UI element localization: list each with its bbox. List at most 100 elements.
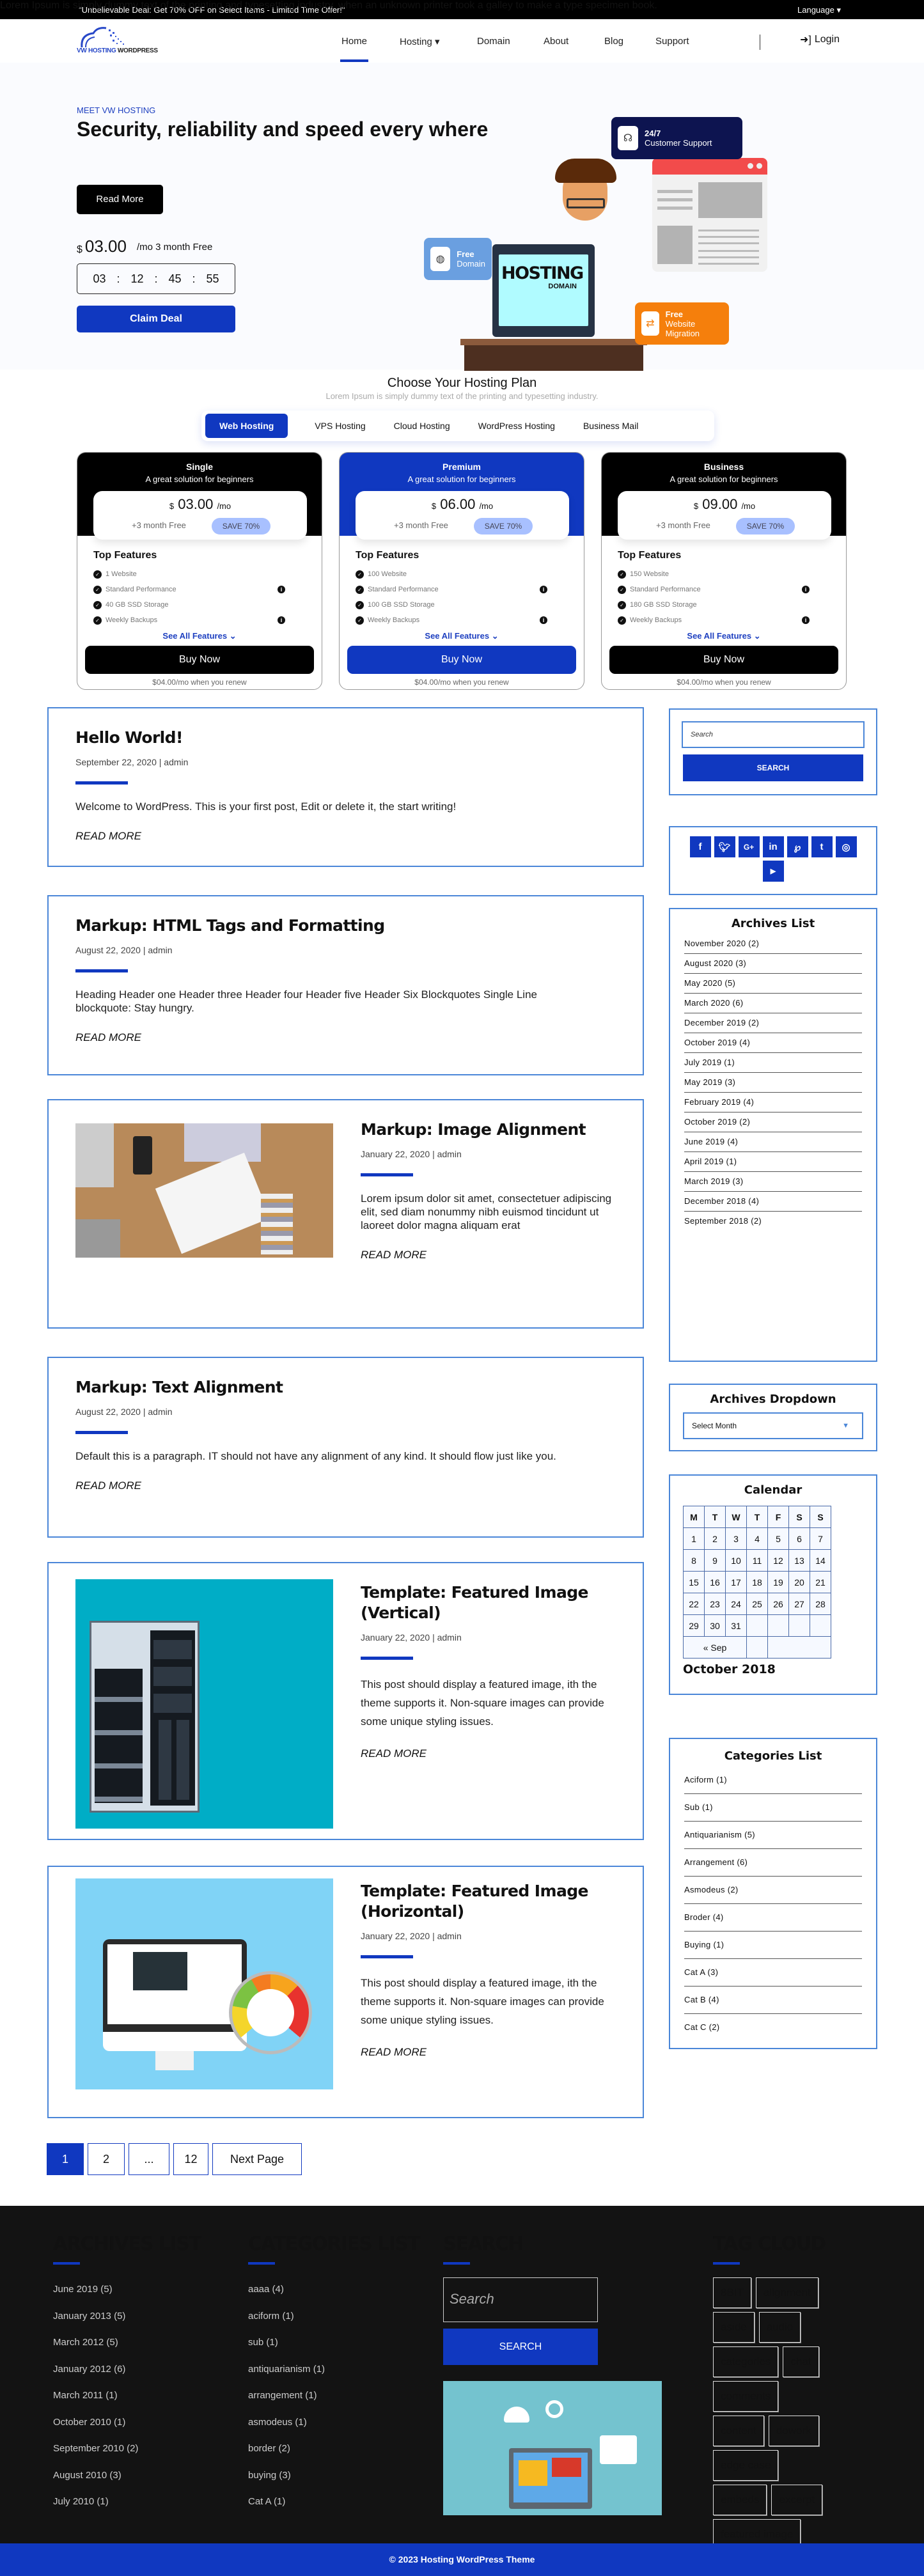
- footer-category-link[interactable]: antiquarianism (1): [248, 2364, 419, 2391]
- see-all-features-link[interactable]: See All Features ⌄: [77, 631, 322, 641]
- archive-link[interactable]: May 2019 (3): [684, 1073, 862, 1093]
- archive-link[interactable]: July 2019 (1): [684, 1053, 862, 1073]
- archive-link[interactable]: April 2019 (1): [684, 1152, 862, 1172]
- nav-about[interactable]: About: [544, 36, 568, 47]
- language-dropdown[interactable]: Language ▾: [797, 5, 841, 15]
- post-title[interactable]: Markup: HTML Tags and Formatting: [75, 916, 561, 936]
- see-all-features-link[interactable]: See All Features ⌄: [602, 631, 846, 641]
- info-icon[interactable]: i: [802, 616, 810, 624]
- sidebar-search-input[interactable]: Search: [682, 721, 865, 748]
- buy-now-button[interactable]: Buy Now: [85, 646, 314, 674]
- page-2[interactable]: 2: [88, 2143, 125, 2175]
- footer-archive-link[interactable]: March 2012 (5): [53, 2337, 201, 2364]
- instagram-icon[interactable]: ◎: [835, 836, 857, 857]
- post-read-more[interactable]: READ MORE: [75, 1031, 141, 1044]
- post-title[interactable]: Hello World!: [75, 728, 619, 748]
- tag-link[interactable]: aside: [713, 2312, 755, 2343]
- footer-category-link[interactable]: sub (1): [248, 2337, 419, 2364]
- post-title[interactable]: Template: Featured Image (Horizontal): [361, 1881, 629, 1922]
- category-link[interactable]: Cat C (2): [684, 2014, 862, 2041]
- site-logo[interactable]: VW HOSTING WORDPRESS: [75, 26, 159, 58]
- archive-link[interactable]: March 2020 (6): [684, 994, 862, 1013]
- page-1[interactable]: 1: [47, 2143, 84, 2175]
- google-plus-icon[interactable]: G+: [738, 836, 760, 857]
- category-link[interactable]: Asmodeus (2): [684, 1877, 862, 1904]
- footer-category-link[interactable]: buying (3): [248, 2470, 419, 2497]
- footer-archive-link[interactable]: January 2013 (5): [53, 2311, 201, 2338]
- tag-link[interactable]: comments: [713, 2381, 779, 2412]
- footer-archive-link[interactable]: October 2010 (1): [53, 2417, 201, 2444]
- tag-link[interactable]: 8BIT: [713, 2277, 751, 2308]
- post-read-more[interactable]: READ MORE: [75, 830, 141, 843]
- tab-vps-hosting[interactable]: VPS Hosting: [301, 414, 379, 438]
- archive-link[interactable]: June 2019 (4): [684, 1132, 862, 1152]
- youtube-icon[interactable]: ▶: [762, 861, 784, 882]
- category-link[interactable]: Aciform (1): [684, 1767, 862, 1794]
- category-link[interactable]: Cat A (3): [684, 1959, 862, 1987]
- info-icon[interactable]: i: [278, 586, 285, 593]
- info-icon[interactable]: i: [540, 586, 547, 593]
- see-all-features-link[interactable]: See All Features ⌄: [340, 631, 584, 641]
- footer-archive-link[interactable]: July 2010 (1): [53, 2496, 201, 2523]
- calendar-prev-link[interactable]: « Sep: [683, 1636, 747, 1659]
- nav-blog[interactable]: Blog: [604, 36, 623, 47]
- category-link[interactable]: Arrangement (6): [684, 1849, 862, 1877]
- tag-link[interactable]: edge case: [713, 2450, 779, 2481]
- tag-link[interactable]: embeds: [713, 2485, 767, 2515]
- category-link[interactable]: Buying (1): [684, 1932, 862, 1959]
- tab-web-hosting[interactable]: Web Hosting: [205, 414, 288, 438]
- footer-category-link[interactable]: asmodeus (1): [248, 2417, 419, 2444]
- claim-deal-button[interactable]: Claim Deal: [77, 306, 235, 332]
- post-read-more[interactable]: READ MORE: [361, 1249, 427, 1261]
- buy-now-button[interactable]: Buy Now: [347, 646, 576, 674]
- archive-link[interactable]: October 2019 (2): [684, 1112, 862, 1132]
- tag-link[interactable]: dowork: [768, 2416, 819, 2446]
- tag-link[interactable]: categories: [713, 2346, 779, 2377]
- footer-category-link[interactable]: arrangement (1): [248, 2390, 419, 2417]
- pinterest-icon[interactable]: ℘: [787, 836, 808, 857]
- archive-link[interactable]: February 2019 (4): [684, 1093, 862, 1112]
- category-link[interactable]: Sub (1): [684, 1794, 862, 1822]
- post-image-office-desk[interactable]: [75, 1123, 333, 1258]
- archive-link[interactable]: May 2020 (5): [684, 974, 862, 994]
- sidebar-search-button[interactable]: SEARCH: [683, 754, 863, 781]
- post-title[interactable]: Markup: Image Alignment: [361, 1120, 629, 1140]
- hero-read-more-button[interactable]: Read More: [77, 185, 163, 214]
- footer-category-link[interactable]: aaaa (4): [248, 2284, 419, 2311]
- footer-category-link[interactable]: aciform (1): [248, 2311, 419, 2338]
- facebook-icon[interactable]: f: [689, 836, 711, 857]
- category-link[interactable]: Broder (4): [684, 1904, 862, 1932]
- post-title[interactable]: Markup: Text Alignment: [75, 1377, 625, 1398]
- archive-link[interactable]: March 2019 (3): [684, 1172, 862, 1192]
- buy-now-button[interactable]: Buy Now: [609, 646, 838, 674]
- next-page-button[interactable]: Next Page: [212, 2143, 302, 2175]
- login-link[interactable]: ➜] Login: [800, 33, 840, 46]
- archive-link[interactable]: December 2018 (4): [684, 1192, 862, 1212]
- nav-support[interactable]: Support: [655, 36, 689, 47]
- post-read-more[interactable]: READ MORE: [75, 1479, 141, 1492]
- tab-cloud-hosting[interactable]: Cloud Hosting: [380, 414, 464, 438]
- category-link[interactable]: Antiquarianism (5): [684, 1822, 862, 1849]
- tag-link[interactable]: chat: [783, 2346, 819, 2377]
- footer-search-button[interactable]: SEARCH: [443, 2329, 598, 2365]
- info-icon[interactable]: i: [540, 616, 547, 624]
- footer-archive-link[interactable]: August 2010 (3): [53, 2470, 201, 2497]
- month-select[interactable]: Select Month ▼: [683, 1412, 863, 1439]
- tag-link[interactable]: excerpt: [771, 2485, 823, 2515]
- archive-link[interactable]: December 2019 (2): [684, 1013, 862, 1033]
- footer-search-input[interactable]: Search: [443, 2277, 598, 2322]
- post-image-server-rack[interactable]: [75, 1579, 333, 1829]
- linkedin-icon[interactable]: in: [762, 836, 784, 857]
- archive-link[interactable]: November 2020 (2): [684, 934, 862, 954]
- footer-archive-link[interactable]: June 2019 (5): [53, 2284, 201, 2311]
- nav-home[interactable]: Home: [341, 36, 367, 47]
- tag-link[interactable]: audio: [758, 2312, 801, 2343]
- archive-link[interactable]: October 2019 (4): [684, 1033, 862, 1053]
- twitter-icon[interactable]: 🐦︎: [714, 836, 735, 857]
- nav-domain[interactable]: Domain: [477, 36, 510, 47]
- tumblr-icon[interactable]: t: [811, 836, 833, 857]
- category-link[interactable]: Cat B (4): [684, 1987, 862, 2014]
- archive-link[interactable]: September 2018 (2): [684, 1212, 862, 1231]
- info-icon[interactable]: i: [278, 616, 285, 624]
- tab-wordpress-hosting[interactable]: WordPress Hosting: [464, 414, 569, 438]
